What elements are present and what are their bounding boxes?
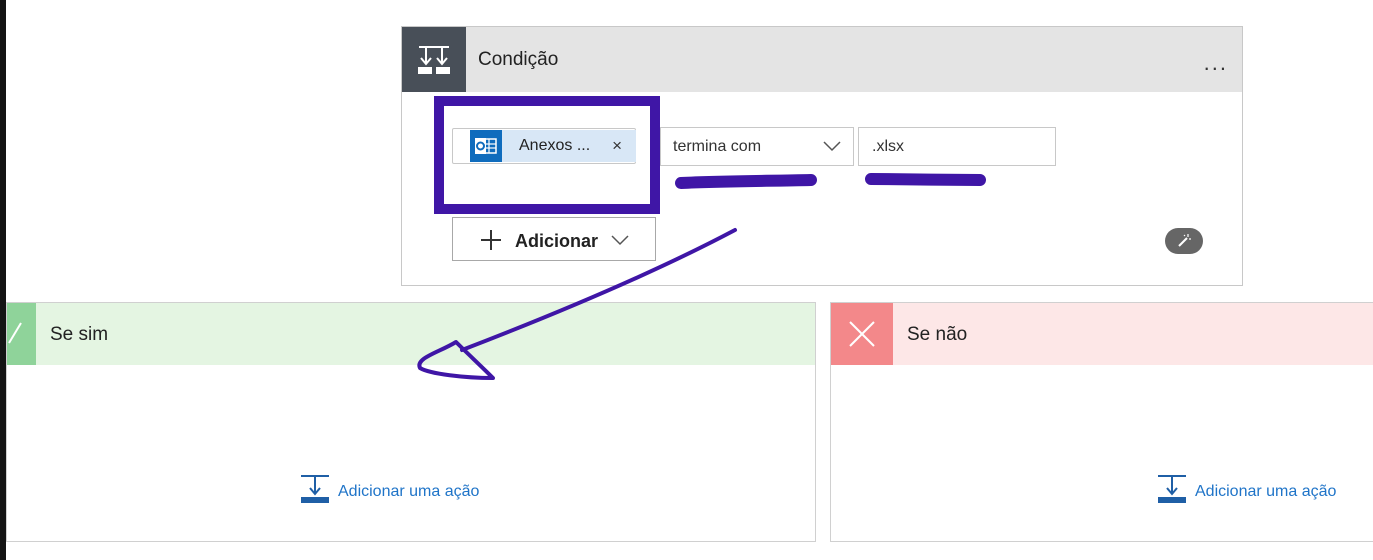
annotation-arrow bbox=[417, 173, 986, 380]
